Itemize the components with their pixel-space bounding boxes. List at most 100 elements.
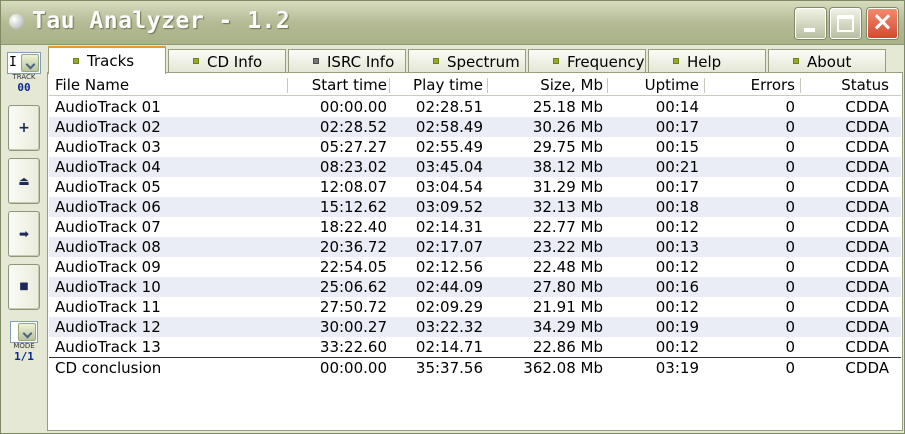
column-header-size[interactable]: Size, Mb	[489, 76, 603, 94]
tab-help[interactable]: Help	[648, 49, 766, 73]
size-cell: 22.48 Mb	[532, 258, 603, 276]
chevron-down-icon[interactable]	[18, 323, 36, 341]
minimize-icon	[804, 28, 815, 32]
errors-cell: 0	[785, 218, 795, 236]
table-row[interactable]: AudioTrack 12 30:00.27 03:22.32 34.29 Mb…	[49, 317, 901, 337]
app-icon[interactable]	[9, 14, 24, 29]
play-button[interactable]: ➡	[8, 211, 40, 257]
size-cell: 27.80 Mb	[532, 278, 603, 296]
status-cell: CDDA	[845, 298, 889, 316]
file-name-cell: AudioTrack 12	[55, 318, 161, 336]
file-name-cell: AudioTrack 01	[55, 98, 161, 116]
errors-cell: 0	[785, 298, 795, 316]
uptime-cell: 00:12	[655, 298, 699, 316]
table-row[interactable]: AudioTrack 09 22:54.05 02:12.56 22.48 Mb…	[49, 257, 901, 277]
file-name-cell: AudioTrack 10	[55, 278, 161, 296]
size-cell: 23.22 Mb	[532, 238, 603, 256]
tab-label: Help	[687, 53, 722, 71]
start-time-cell: 00:00.00	[319, 98, 387, 116]
maximize-button[interactable]	[830, 8, 861, 39]
table-row[interactable]: AudioTrack 04 08:23.02 03:45.04 38.12 Mb…	[49, 157, 901, 177]
errors-cell: 0	[785, 338, 795, 356]
table-row[interactable]: AudioTrack 07 18:22.40 02:14.31 22.77 Mb…	[49, 217, 901, 237]
start-time-cell: 02:28.52	[319, 118, 387, 136]
tab-spectrum[interactable]: Spectrum	[408, 49, 526, 73]
table-row[interactable]: AudioTrack 06 15:12.62 03:09.52 32.13 Mb…	[49, 197, 901, 217]
size-cell: 22.86 Mb	[532, 338, 603, 356]
errors-cell: 0	[785, 318, 795, 336]
status-cell: CDDA	[845, 178, 889, 196]
table-row[interactable]: AudioTrack 11 27:50.72 02:09.29 21.91 Mb…	[49, 297, 901, 317]
column-header-uptime[interactable]: Uptime	[605, 76, 699, 94]
size-cell: 30.26 Mb	[532, 118, 603, 136]
table-row[interactable]: AudioTrack 08 20:36.72 02:17.07 23.22 Mb…	[49, 237, 901, 257]
file-name-cell: CD conclusion	[55, 359, 162, 377]
total-row[interactable]: CD conclusion 00:00.00 35:37.56 362.08 M…	[49, 357, 901, 378]
tab-label: Frequency	[567, 53, 645, 71]
uptime-cell: 00:16	[655, 278, 699, 296]
title-bar[interactable]: Tau Analyzer - 1.2 ×	[1, 1, 904, 45]
size-cell: 25.18 Mb	[532, 98, 603, 116]
tab-isrc-info[interactable]: ISRC Info	[288, 49, 406, 73]
start-time-cell: 15:12.62	[319, 198, 387, 216]
track-selector[interactable]: I	[7, 52, 41, 74]
play-time-cell: 03:09.52	[415, 198, 483, 216]
column-divider[interactable]	[287, 78, 288, 93]
table-row[interactable]: AudioTrack 05 12:08.07 03:04.54 31.29 Mb…	[49, 177, 901, 197]
column-divider[interactable]	[487, 78, 488, 93]
column-header-file-name[interactable]: File Name	[55, 76, 129, 94]
status-cell: CDDA	[845, 238, 889, 256]
add-button[interactable]: +	[8, 105, 40, 151]
table-row[interactable]: AudioTrack 10 25:06.62 02:44.09 27.80 Mb…	[49, 277, 901, 297]
status-indicator-icon	[793, 58, 799, 64]
close-button[interactable]: ×	[867, 7, 898, 39]
tab-label: Tracks	[87, 52, 135, 70]
tab-label: Spectrum	[447, 53, 520, 71]
status-cell: CDDA	[845, 359, 889, 377]
status-cell: CDDA	[845, 138, 889, 156]
errors-cell: 0	[785, 178, 795, 196]
table-row[interactable]: AudioTrack 01 00:00.00 02:28.51 25.18 Mb…	[49, 97, 901, 117]
column-header-play-time[interactable]: Play time	[389, 76, 483, 94]
column-header-errors[interactable]: Errors	[701, 76, 795, 94]
file-name-cell: AudioTrack 09	[55, 258, 161, 276]
size-cell: 362.08 Mb	[523, 359, 603, 377]
size-cell: 38.12 Mb	[532, 158, 603, 176]
tab-cd-info[interactable]: CD Info	[168, 49, 286, 73]
chevron-down-icon[interactable]	[21, 54, 39, 72]
status-cell: CDDA	[845, 338, 889, 356]
table-row[interactable]: AudioTrack 13 33:22.60 02:14.71 22.86 Mb…	[49, 337, 901, 357]
status-cell: CDDA	[845, 218, 889, 236]
minimize-button[interactable]	[795, 8, 826, 39]
status-indicator-icon	[73, 58, 79, 64]
tab-bar: Tracks CD Info ISRC Info Spectrum Freque…	[47, 46, 903, 74]
column-header-status[interactable]: Status	[797, 76, 889, 94]
mode-value: 1/1	[14, 350, 34, 363]
status-indicator-icon	[433, 58, 439, 64]
play-time-cell: 02:09.29	[415, 298, 483, 316]
mode-selector[interactable]	[10, 321, 38, 343]
start-time-cell: 30:00.27	[319, 318, 387, 336]
uptime-cell: 00:18	[655, 198, 699, 216]
table-row[interactable]: AudioTrack 02 02:28.52 02:58.49 30.26 Mb…	[49, 117, 901, 137]
file-name-cell: AudioTrack 06	[55, 198, 161, 216]
tab-frequency[interactable]: Frequency	[528, 49, 646, 73]
table-row[interactable]: AudioTrack 03 05:27.27 02:55.49 29.75 Mb…	[49, 137, 901, 157]
status-indicator-icon	[673, 58, 679, 64]
start-time-cell: 20:36.72	[319, 238, 387, 256]
status-indicator-icon	[193, 58, 199, 64]
mode-caption: MODE	[13, 342, 35, 350]
column-header-start-time[interactable]: Start time	[289, 76, 387, 94]
play-time-cell: 02:12.56	[415, 258, 483, 276]
file-name-cell: AudioTrack 11	[55, 298, 161, 316]
track-caption: TRACK	[12, 73, 36, 81]
uptime-cell: 00:12	[655, 338, 699, 356]
errors-cell: 0	[785, 238, 795, 256]
tab-label: ISRC Info	[327, 53, 395, 71]
status-indicator-icon	[313, 58, 319, 64]
tab-tracks[interactable]: Tracks	[48, 46, 166, 74]
tab-label: About	[807, 53, 852, 71]
tab-about[interactable]: About	[768, 49, 886, 73]
eject-button[interactable]: ⏏	[8, 158, 40, 204]
stop-button[interactable]: ■	[8, 264, 40, 310]
